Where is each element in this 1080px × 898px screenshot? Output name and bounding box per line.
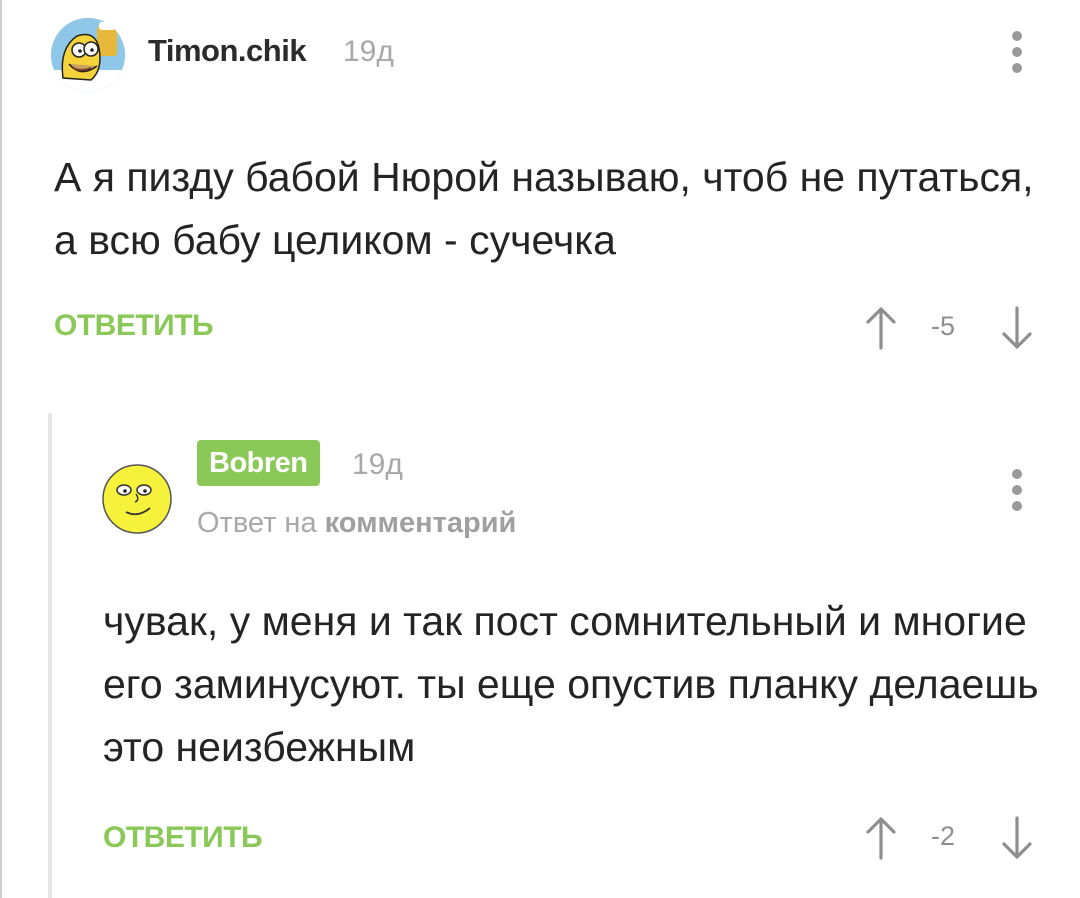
- left-border: [0, 0, 2, 898]
- reply-time: 19д: [352, 448, 403, 481]
- comments-page: Timon.chik 19д А я пизду бабой Нюрой наз…: [0, 0, 1080, 898]
- reply-text: чувак, у меня и так пост сомнительный и …: [103, 598, 1039, 770]
- arrow-down-icon[interactable]: [1000, 306, 1034, 355]
- reply-to-meta: Ответ на комментарий: [197, 507, 516, 540]
- rating-count: -5: [931, 311, 956, 341]
- homer-avatar-icon[interactable]: [51, 18, 125, 92]
- smiley-avatar-icon[interactable]: [100, 462, 174, 536]
- reply-author-badge[interactable]: Bobren: [197, 440, 320, 486]
- more-vertical-icon[interactable]: [1010, 30, 1024, 74]
- comment-author[interactable]: Timon.chik: [148, 33, 307, 69]
- reply-to-link[interactable]: комментарий: [325, 507, 517, 539]
- reply-button[interactable]: ОТВЕТИТЬ: [54, 309, 214, 343]
- arrow-up-icon[interactable]: [864, 306, 898, 355]
- arrow-down-icon[interactable]: [1000, 816, 1034, 865]
- thread-line: [48, 413, 52, 898]
- more-vertical-icon[interactable]: [1010, 468, 1024, 512]
- comment-text: А я пизду бабой Нюрой называю, чтоб не п…: [54, 154, 1034, 263]
- comment-time: 19д: [343, 35, 394, 68]
- reply-button[interactable]: ОТВЕТИТЬ: [103, 821, 263, 855]
- rating-count: -2: [931, 821, 956, 851]
- reply-to-prefix: Ответ на: [197, 507, 317, 539]
- arrow-up-icon[interactable]: [864, 816, 898, 865]
